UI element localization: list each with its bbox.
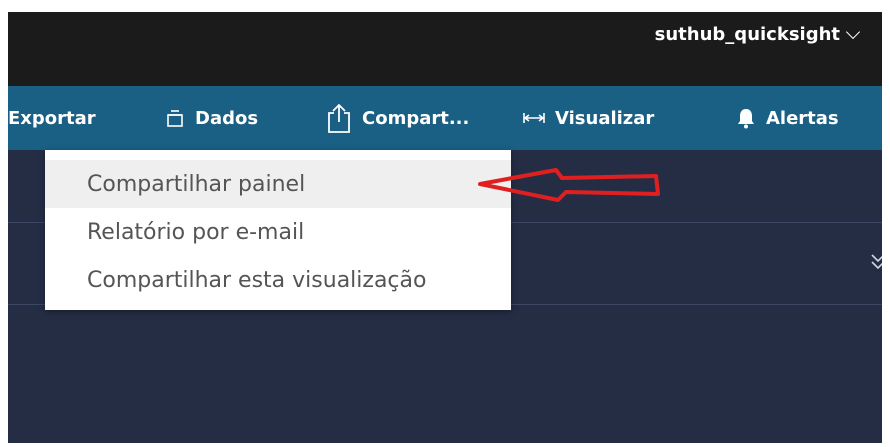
- alerts-label: Alertas: [766, 107, 839, 129]
- share-button[interactable]: Compart...: [326, 86, 469, 150]
- menu-item-share-visual[interactable]: Compartilhar esta visualização: [45, 256, 511, 304]
- menu-item-share-dashboard[interactable]: Compartilhar painel: [45, 160, 511, 208]
- menu-item-label: Compartilhar painel: [87, 171, 306, 197]
- chevron-down-icon: [845, 24, 861, 40]
- double-chevron-down-icon[interactable]: [870, 252, 882, 272]
- export-button[interactable]: Exportar: [8, 86, 96, 150]
- alerts-button[interactable]: Alertas: [736, 86, 839, 150]
- database-icon: [165, 108, 185, 128]
- user-menu-label: suthub_quicksight: [654, 24, 840, 45]
- app-window: suthub_quicksight Exportar Dados Compart…: [8, 12, 882, 443]
- user-menu-button[interactable]: suthub_quicksight: [654, 24, 861, 45]
- data-button[interactable]: Dados: [165, 86, 258, 150]
- red-arrow-left-icon: [478, 168, 660, 202]
- dashboard-toolbar: Exportar Dados Compart... Visualizar Ale…: [8, 86, 882, 150]
- bell-icon: [736, 107, 756, 129]
- share-label: Compart...: [362, 107, 470, 129]
- expand-horizontal-icon: [523, 112, 545, 124]
- share-dropdown-menu: Compartilhar painel Relatório por e-mail…: [45, 150, 511, 310]
- data-label: Dados: [195, 107, 259, 129]
- menu-item-email-report[interactable]: Relatório por e-mail: [45, 208, 511, 256]
- menu-item-label: Relatório por e-mail: [87, 219, 305, 245]
- visualize-label: Visualizar: [555, 107, 655, 129]
- menu-item-label: Compartilhar esta visualização: [87, 267, 427, 293]
- share-icon: [326, 102, 352, 134]
- visualize-button[interactable]: Visualizar: [523, 86, 654, 150]
- export-label: Exportar: [8, 107, 96, 129]
- top-bar: suthub_quicksight: [8, 12, 882, 86]
